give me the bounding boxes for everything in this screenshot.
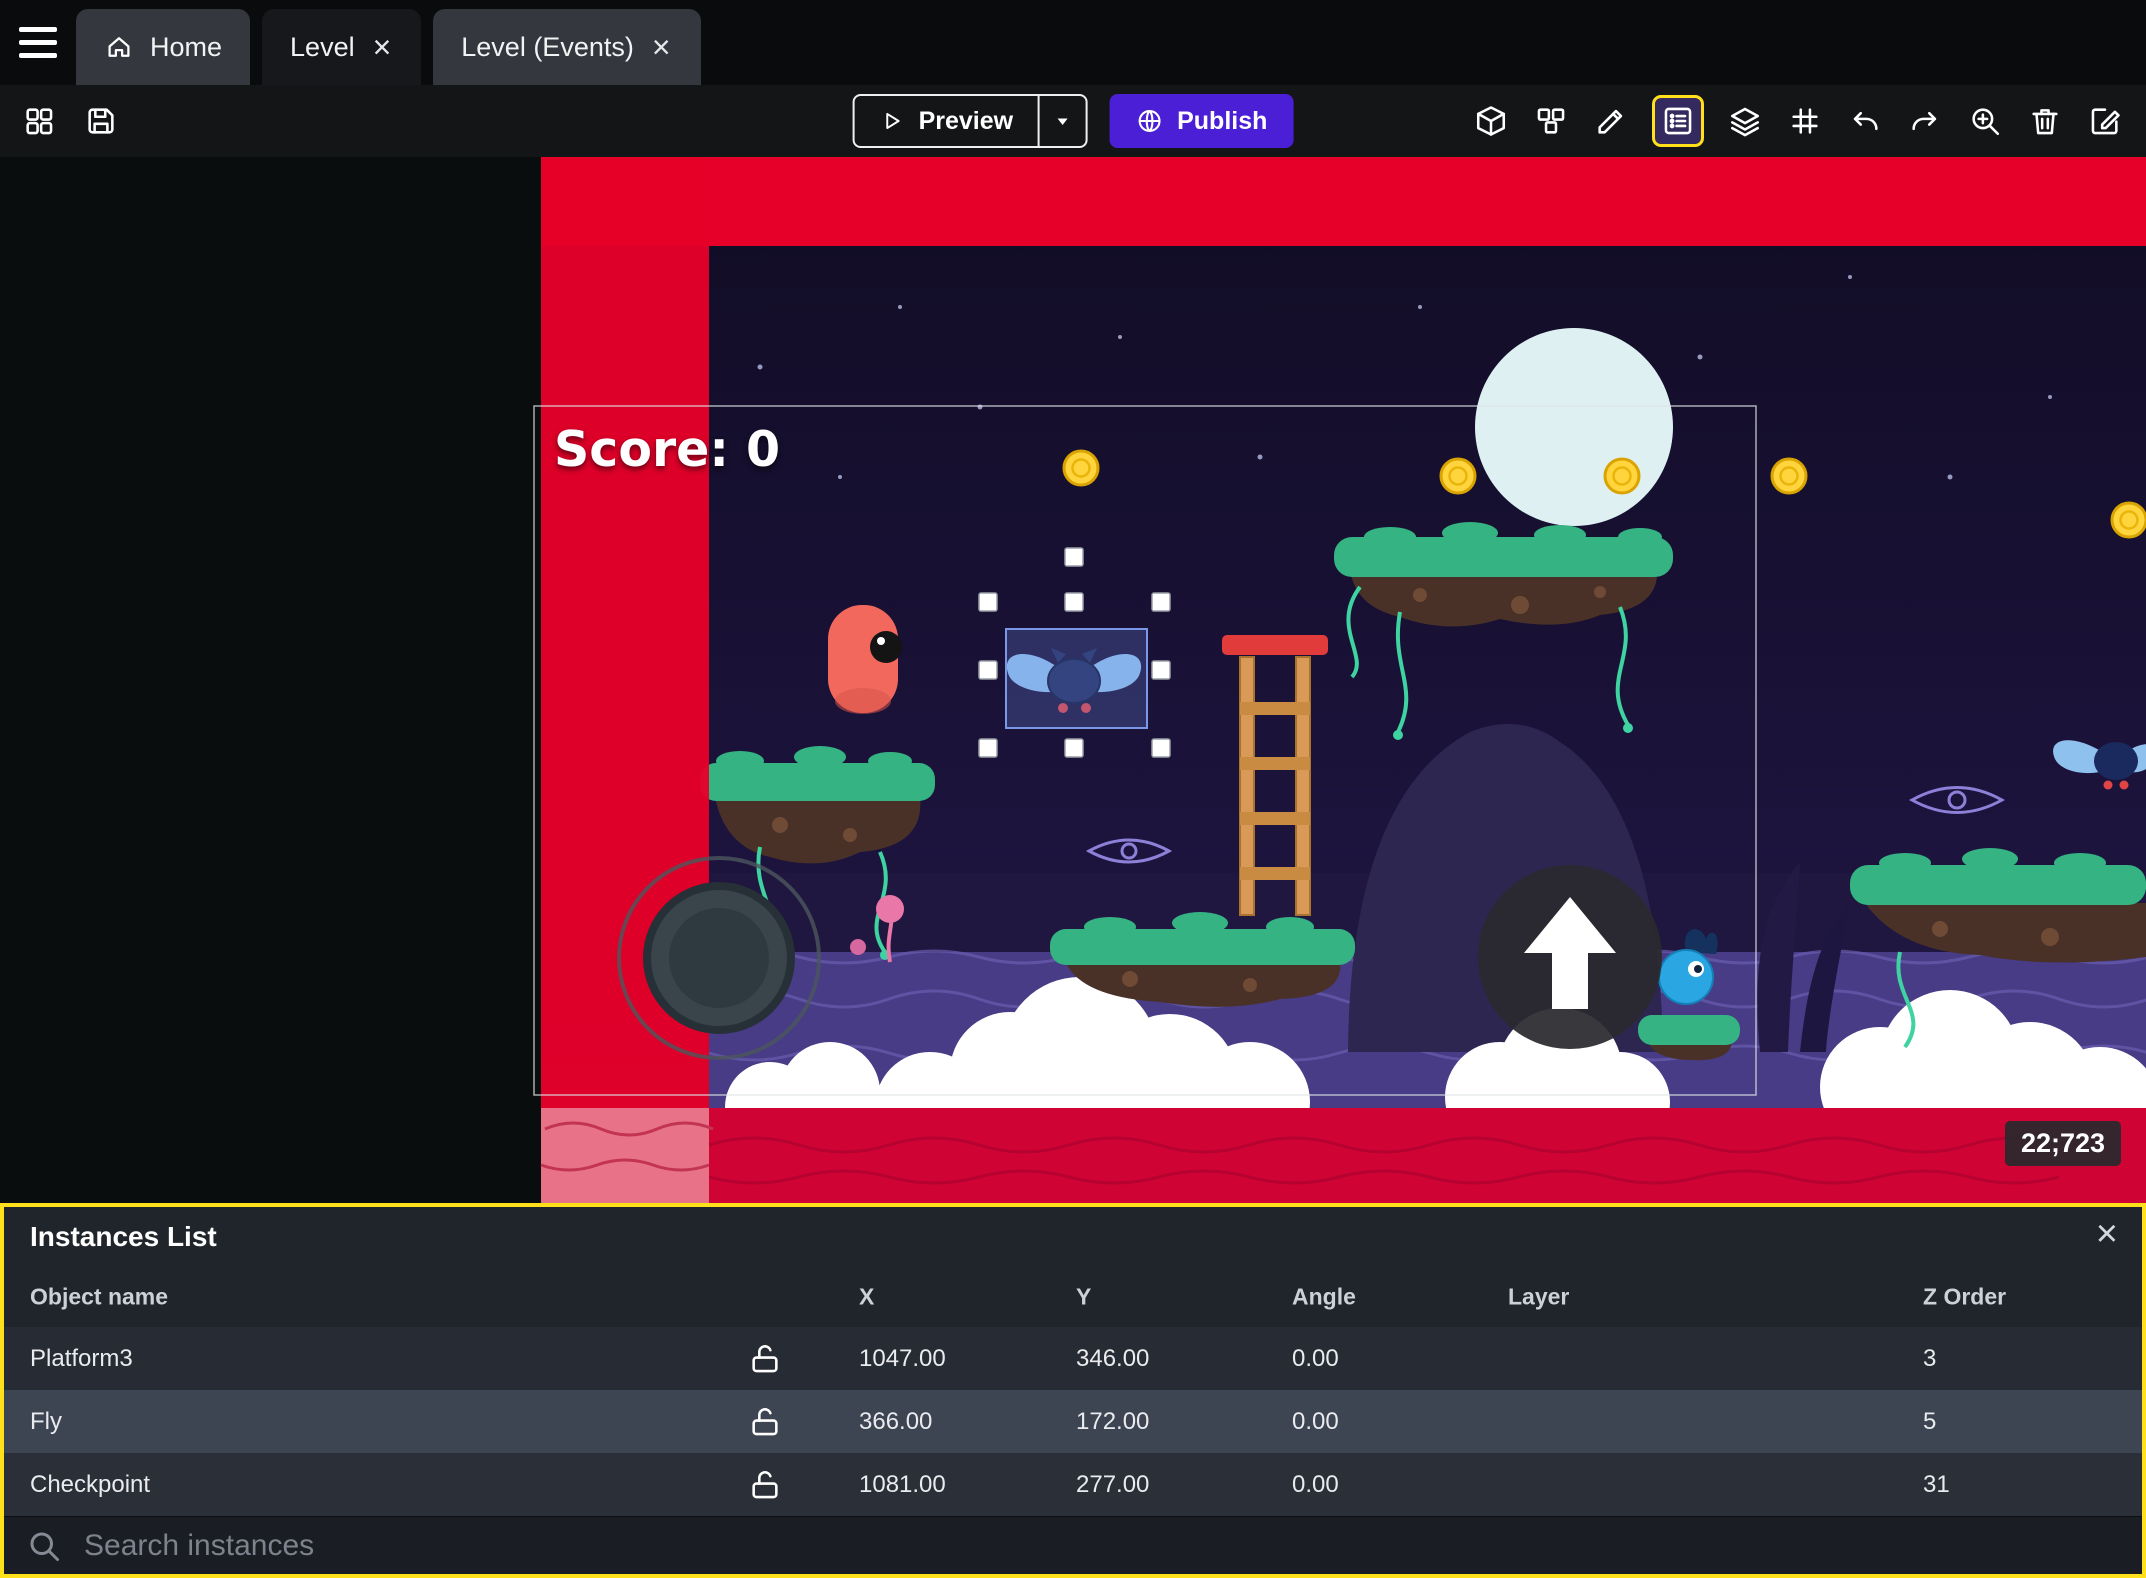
moon[interactable] [1475,328,1673,526]
player-character[interactable] [828,605,902,714]
close-panel-icon[interactable]: × [2096,1215,2118,1253]
red-vertical-stripe [541,157,709,1203]
layers-icon[interactable] [1726,102,1764,140]
unlock-icon[interactable] [748,1468,782,1502]
home-icon [108,37,130,57]
instance-row-platform3[interactable]: Platform3 1047.00 346.00 0.00 3 [4,1327,2142,1390]
table-header: Object name X Y Angle Layer Z Order [4,1267,2142,1327]
instances-list-panel: Instances List × Object name X Y Angle L… [0,1203,2146,1578]
joystick-control[interactable] [617,856,821,1060]
tab-label: Home [150,31,223,62]
grid-icon[interactable] [1786,102,1824,140]
tab-label: Level [290,31,355,62]
col-angle: Angle [1292,1283,1356,1310]
globe-icon [1138,110,1161,132]
col-object-name: Object name [30,1283,169,1310]
col-z-order: Z Order [1923,1283,2007,1310]
scene-editor-canvas[interactable]: Score: 0 22;723 [0,157,2146,1203]
jump-button[interactable] [1478,865,1662,1049]
tab-home[interactable]: Home [76,9,251,85]
scene-properties-icon[interactable] [2086,102,2124,140]
close-tab-icon[interactable]: × [371,31,394,63]
instances-list-highlight [1652,95,1704,147]
rotation-handle[interactable] [1064,547,1084,567]
play-icon [886,112,900,130]
trash-icon[interactable] [2026,102,2064,140]
app-window: Home Level × Level (Events) × Preview Pu… [0,0,2146,1578]
zoom-in-icon[interactable] [1966,102,2004,140]
preview-button[interactable]: Preview [852,94,1088,148]
red-top-band [541,157,2146,246]
object-groups-icon[interactable] [1532,102,1570,140]
project-manager-icon[interactable] [20,102,58,140]
publish-button[interactable]: Publish [1109,94,1294,148]
tab-level[interactable]: Level × [262,9,422,85]
objects-panel-icon[interactable] [1472,102,1510,140]
score-text-object[interactable]: Score: 0 [554,421,780,478]
tab-bar: Home Level × Level (Events) × [0,0,2146,85]
redo-icon[interactable] [1906,102,1944,140]
instance-row-fly[interactable]: Fly 366.00 172.00 0.00 5 [4,1390,2142,1453]
col-layer: Layer [1508,1283,1570,1310]
menu-icon[interactable] [0,0,76,85]
panel-title: Instances List [30,1221,217,1252]
col-y: Y [1076,1283,1092,1310]
editor-toolbar: Preview Publish [0,85,2146,157]
col-x: X [859,1283,875,1310]
save-icon[interactable] [82,102,120,140]
cursor-coordinates-badge: 22;723 [2005,1121,2122,1166]
properties-pencil-icon[interactable] [1592,102,1630,140]
tab-label: Level (Events) [461,31,634,62]
close-tab-icon[interactable]: × [650,31,673,63]
search-icon [30,1532,59,1561]
publish-label: Publish [1177,106,1268,135]
preview-dropdown-icon[interactable] [1039,96,1085,146]
undo-icon[interactable] [1846,102,1884,140]
unlock-icon[interactable] [748,1405,782,1439]
tab-level-events[interactable]: Level (Events) × [433,9,701,85]
instance-row-checkpoint[interactable]: Checkpoint 1081.00 277.00 0.00 31 [4,1453,2142,1516]
search-bar [4,1516,2142,1574]
red-bottom-band [709,1108,2146,1203]
unlock-icon[interactable] [748,1342,782,1376]
preview-label: Preview [918,106,1014,135]
instances-list-icon[interactable] [1659,102,1697,140]
search-instances-input[interactable] [84,1528,2142,1563]
